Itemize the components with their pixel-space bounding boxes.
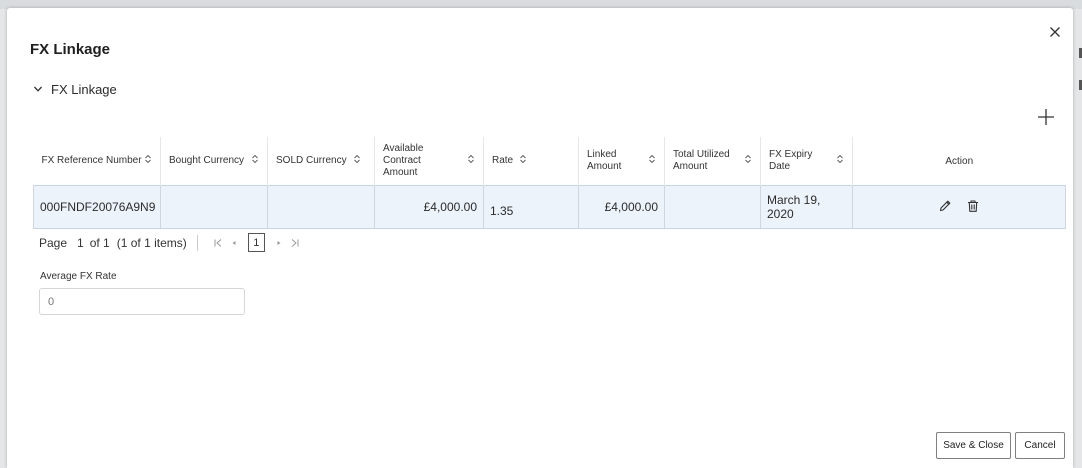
trash-icon[interactable]: [966, 199, 980, 216]
pager-of-total: of 1: [89, 235, 110, 250]
sort-icon[interactable]: [467, 154, 475, 168]
previous-page-icon[interactable]: [226, 235, 242, 251]
fx-linkage-dialog: FX Linkage FX Linkage FX Reference Numbe…: [7, 8, 1073, 468]
pager-divider: [196, 234, 198, 251]
column-header-sold-currency[interactable]: SOLD Currency: [267, 137, 375, 186]
cancel-button[interactable]: Cancel: [1015, 432, 1065, 459]
average-fx-rate-input[interactable]: [39, 288, 245, 315]
column-header-fx-reference[interactable]: FX Reference Number: [33, 137, 161, 186]
sort-icon[interactable]: [144, 154, 152, 168]
pager-page-label: Page: [39, 235, 68, 250]
save-close-button[interactable]: Save & Close: [936, 432, 1011, 459]
cell-total-utilized: [664, 185, 761, 229]
table-header-row: FX Reference Number Bought Currency SOLD…: [33, 137, 1066, 186]
cell-fx-reference: 000FNDF20076A9N9: [33, 185, 161, 229]
cell-rate: 1.35: [483, 185, 579, 229]
average-fx-rate-label: Average FX Rate: [40, 271, 117, 282]
next-page-icon[interactable]: [271, 235, 287, 251]
column-header-rate[interactable]: Rate: [483, 137, 579, 186]
cell-linked-amount: £4,000.00: [578, 185, 665, 229]
section-title: FX Linkage: [51, 82, 117, 97]
table-row[interactable]: 000FNDF20076A9N9 £4,000.00 1.35 £4,000.0…: [33, 185, 1066, 229]
pencil-icon[interactable]: [938, 199, 952, 216]
sort-icon[interactable]: [251, 154, 259, 168]
cell-sold-currency: [267, 185, 375, 229]
sort-icon[interactable]: [353, 154, 361, 168]
pagination-bar: Page 1 of 1 (1 of 1 items) 1: [39, 233, 303, 252]
first-page-icon[interactable]: [210, 235, 226, 251]
column-header-available-amount[interactable]: Available Contract Amount: [374, 137, 484, 186]
last-page-icon[interactable]: [287, 235, 303, 251]
column-header-linked-amount[interactable]: Linked Amount: [578, 137, 665, 186]
column-header-bought-currency[interactable]: Bought Currency: [160, 137, 268, 186]
cell-bought-currency: [160, 185, 268, 229]
chevron-down-icon: [33, 82, 43, 97]
pager-current-page: 1: [77, 235, 84, 250]
sort-icon[interactable]: [836, 154, 844, 168]
cell-available-amount: £4,000.00: [374, 185, 484, 229]
sort-icon[interactable]: [744, 154, 752, 168]
dialog-title: FX Linkage: [30, 41, 111, 58]
pager-items-count: (1 of 1 items): [116, 235, 187, 250]
column-header-total-utilized[interactable]: Total Utilized Amount: [664, 137, 761, 186]
column-header-fx-expiry[interactable]: FX Expiry Date: [760, 137, 853, 186]
close-icon[interactable]: [1047, 24, 1063, 40]
sort-icon[interactable]: [648, 154, 656, 168]
page-number-button[interactable]: 1: [247, 233, 265, 252]
cell-fx-expiry: March 19, 2020: [760, 185, 853, 229]
sort-icon[interactable]: [519, 154, 527, 168]
cell-action: [852, 185, 1066, 229]
fx-linkage-table: FX Reference Number Bought Currency SOLD…: [33, 137, 1066, 229]
plus-icon[interactable]: [1034, 105, 1058, 129]
section-toggle[interactable]: FX Linkage: [33, 82, 117, 97]
column-header-action: Action: [945, 155, 974, 167]
